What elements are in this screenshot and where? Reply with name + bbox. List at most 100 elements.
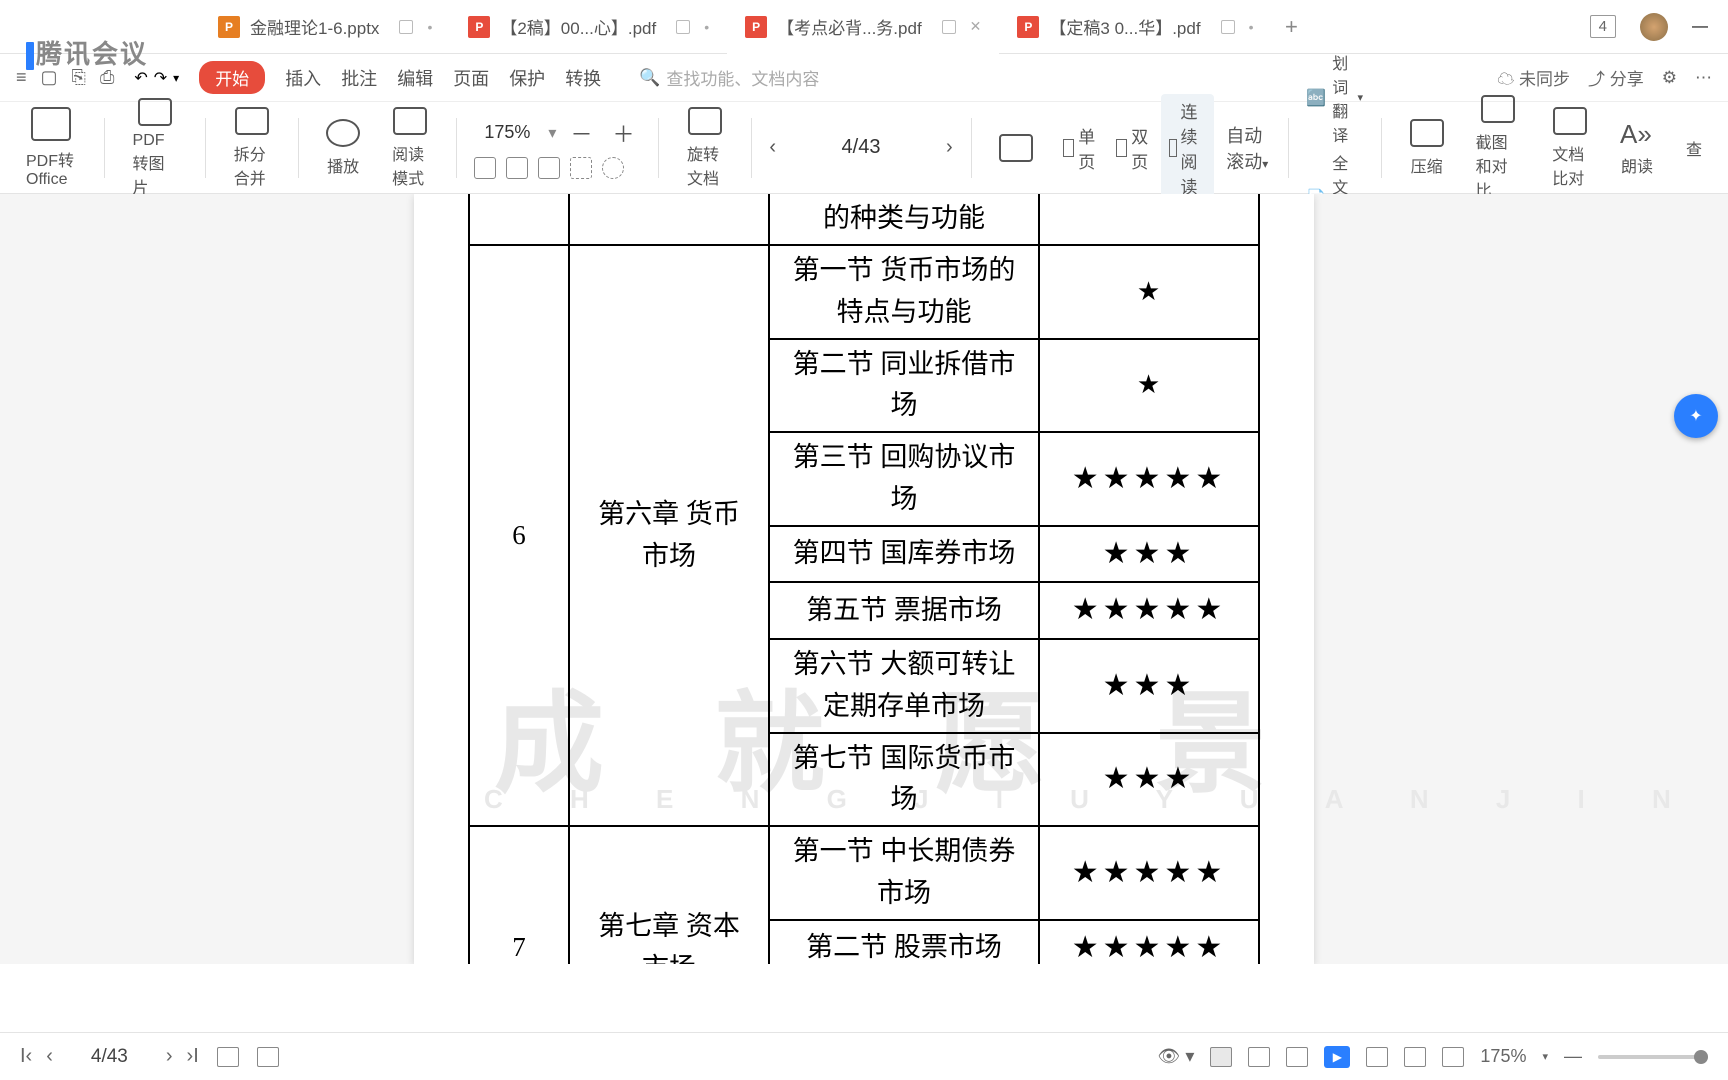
- menu-convert[interactable]: 转换: [565, 65, 601, 91]
- table-row: 7 第七章 资本市场 第一节 中长期债券市场 ★★★★★: [469, 826, 1259, 920]
- page-indicator[interactable]: 4/43: [806, 136, 916, 159]
- status-bar: I‹ ‹ 4/43 › ›I 👁 ▾ ▶ 175%▾ —: [0, 1032, 1728, 1080]
- tab-3[interactable]: P【定稿3 0...华】.pdf•: [999, 0, 1271, 54]
- zoom-dropdown-icon[interactable]: ▾: [548, 123, 556, 143]
- window-minimize[interactable]: —: [1692, 18, 1708, 36]
- tab-1[interactable]: P【2稿】00...心】.pdf•: [450, 0, 727, 54]
- tool-navigation[interactable]: [989, 134, 1043, 162]
- tab-dup-icon[interactable]: [399, 20, 413, 34]
- eye-icon[interactable]: 👁 ▾: [1158, 1046, 1195, 1067]
- tab-0[interactable]: P金融理论1-6.pptx•: [200, 0, 450, 54]
- view-single-page[interactable]: 单页: [1055, 119, 1108, 177]
- fit-width-icon[interactable]: [474, 157, 496, 179]
- tab-close-icon[interactable]: ✕: [970, 18, 982, 35]
- pdf-icon: P: [1017, 16, 1039, 38]
- first-page-button[interactable]: I‹: [20, 1045, 32, 1068]
- tool-doc-compare[interactable]: 文档比对: [1542, 107, 1598, 189]
- tool-compress[interactable]: 压缩: [1400, 119, 1454, 177]
- tab-more-icon[interactable]: •: [427, 19, 432, 35]
- pdf-page: 成 就 愿 景 C H E N G J I U Y U A N J I N G …: [414, 194, 1314, 964]
- separator: [1288, 118, 1289, 178]
- tab-more-icon[interactable]: •: [1249, 19, 1254, 35]
- fit-page-icon[interactable]: [506, 157, 528, 179]
- menu-edit[interactable]: 编辑: [397, 65, 433, 91]
- last-page-button[interactable]: ›I: [187, 1045, 199, 1068]
- pdf-icon: P: [745, 16, 767, 38]
- floating-assistant-button[interactable]: ✦: [1674, 394, 1718, 438]
- search-icon: 🔍: [639, 68, 660, 88]
- separator: [456, 118, 457, 178]
- tab-dup-icon[interactable]: [676, 20, 690, 34]
- actual-size-icon[interactable]: [538, 157, 560, 179]
- table-row: 的种类与功能: [469, 194, 1259, 245]
- next-page-button[interactable]: ›: [166, 1045, 173, 1068]
- menu-page[interactable]: 页面: [453, 65, 489, 91]
- status-view3-icon[interactable]: [1286, 1047, 1308, 1067]
- settings-icon[interactable]: ⚙: [1662, 68, 1677, 88]
- status-tool2-icon[interactable]: [1404, 1047, 1426, 1067]
- tool-screenshot-compare[interactable]: 截图和对比: [1466, 95, 1531, 201]
- separator: [751, 118, 752, 178]
- cloud-icon: ☁: [1497, 70, 1514, 89]
- tab-add[interactable]: +: [1271, 14, 1311, 40]
- start-tab[interactable]: 开始: [199, 61, 265, 94]
- content-table: 的种类与功能 6 第六章 货币市场 第一节 货币市场的特点与功能 ★ 第二节 同…: [468, 194, 1260, 964]
- menu-insert[interactable]: 插入: [285, 65, 321, 91]
- zoom-percent[interactable]: 175%: [474, 118, 540, 147]
- status-layout2-icon[interactable]: [257, 1047, 279, 1067]
- view-double-page[interactable]: 双页: [1108, 119, 1161, 177]
- view-continuous[interactable]: 连续阅读: [1161, 94, 1214, 202]
- assistant-icon: ✦: [1689, 406, 1702, 426]
- share-icon: ⤴: [1588, 70, 1605, 89]
- auto-scroll[interactable]: 自动滚动▾: [1226, 122, 1270, 174]
- zoom-in-button[interactable]: ＋: [606, 117, 640, 149]
- ppt-icon: P: [218, 16, 240, 38]
- zoom-slider[interactable]: [1598, 1055, 1708, 1059]
- tool-pdf-to-office[interactable]: PDF转Office: [16, 107, 86, 189]
- menu-toggle-icon[interactable]: ≡: [16, 67, 27, 88]
- tencent-meeting-overlay: 腾讯会议: [26, 34, 148, 71]
- separator: [104, 118, 105, 178]
- status-page-indicator[interactable]: 4/43: [91, 1046, 128, 1068]
- zoom-out-button[interactable]: －: [564, 117, 598, 149]
- tool-pdf-to-image[interactable]: PDF转图片: [123, 98, 188, 198]
- status-view2-icon[interactable]: [1248, 1047, 1270, 1067]
- separator: [658, 118, 659, 178]
- tool-read-aloud[interactable]: A»朗读: [1610, 119, 1664, 177]
- tool-split-merge[interactable]: 拆分合并: [224, 107, 280, 189]
- status-view1-icon[interactable]: [1210, 1047, 1232, 1067]
- share-button[interactable]: ⤴ 分享: [1588, 65, 1644, 90]
- tool-find[interactable]: 查: [1676, 136, 1712, 160]
- tab-count[interactable]: 4: [1590, 15, 1616, 38]
- page-next[interactable]: ›: [946, 136, 953, 159]
- tool-rotate-doc[interactable]: 旋转文档: [677, 107, 733, 189]
- crop-icon[interactable]: [570, 157, 592, 179]
- tool-read-mode[interactable]: 阅读模式: [382, 107, 438, 189]
- more-icon[interactable]: ⋯: [1695, 68, 1712, 88]
- prev-page-button[interactable]: ‹: [46, 1045, 53, 1068]
- status-layout1-icon[interactable]: [217, 1047, 239, 1067]
- ribbon-toolbar: PDF转Office PDF转图片 拆分合并 播放 阅读模式 175% ▾ － …: [0, 102, 1728, 194]
- separator: [205, 118, 206, 178]
- document-viewport[interactable]: 成 就 愿 景 C H E N G J I U Y U A N J I N G …: [0, 194, 1728, 964]
- sync-status[interactable]: ☁ 未同步: [1497, 65, 1570, 90]
- page-prev[interactable]: ‹: [769, 136, 776, 159]
- user-avatar[interactable]: [1640, 13, 1668, 41]
- separator: [1381, 118, 1382, 178]
- tab-dup-icon[interactable]: [942, 20, 956, 34]
- status-tool3-icon[interactable]: [1442, 1047, 1464, 1067]
- rotate-icon[interactable]: [602, 157, 624, 179]
- tab-dup-icon[interactable]: [1221, 20, 1235, 34]
- tab-more-icon[interactable]: •: [704, 19, 709, 35]
- tab-2-active[interactable]: P【考点必背...务.pdf✕: [727, 0, 999, 54]
- status-tool1-icon[interactable]: [1366, 1047, 1388, 1067]
- tool-play[interactable]: 播放: [316, 119, 370, 177]
- menu-search[interactable]: 🔍查找功能、文档内容: [639, 65, 819, 90]
- table-row: 6 第六章 货币市场 第一节 货币市场的特点与功能 ★: [469, 245, 1259, 339]
- menu-protect[interactable]: 保护: [509, 65, 545, 91]
- status-zoom-out[interactable]: —: [1564, 1046, 1582, 1067]
- separator: [971, 118, 972, 178]
- menu-annotate[interactable]: 批注: [341, 65, 377, 91]
- tool-word-translate[interactable]: 🔤划词翻译▾: [1306, 50, 1363, 146]
- status-play-button[interactable]: ▶: [1324, 1046, 1350, 1068]
